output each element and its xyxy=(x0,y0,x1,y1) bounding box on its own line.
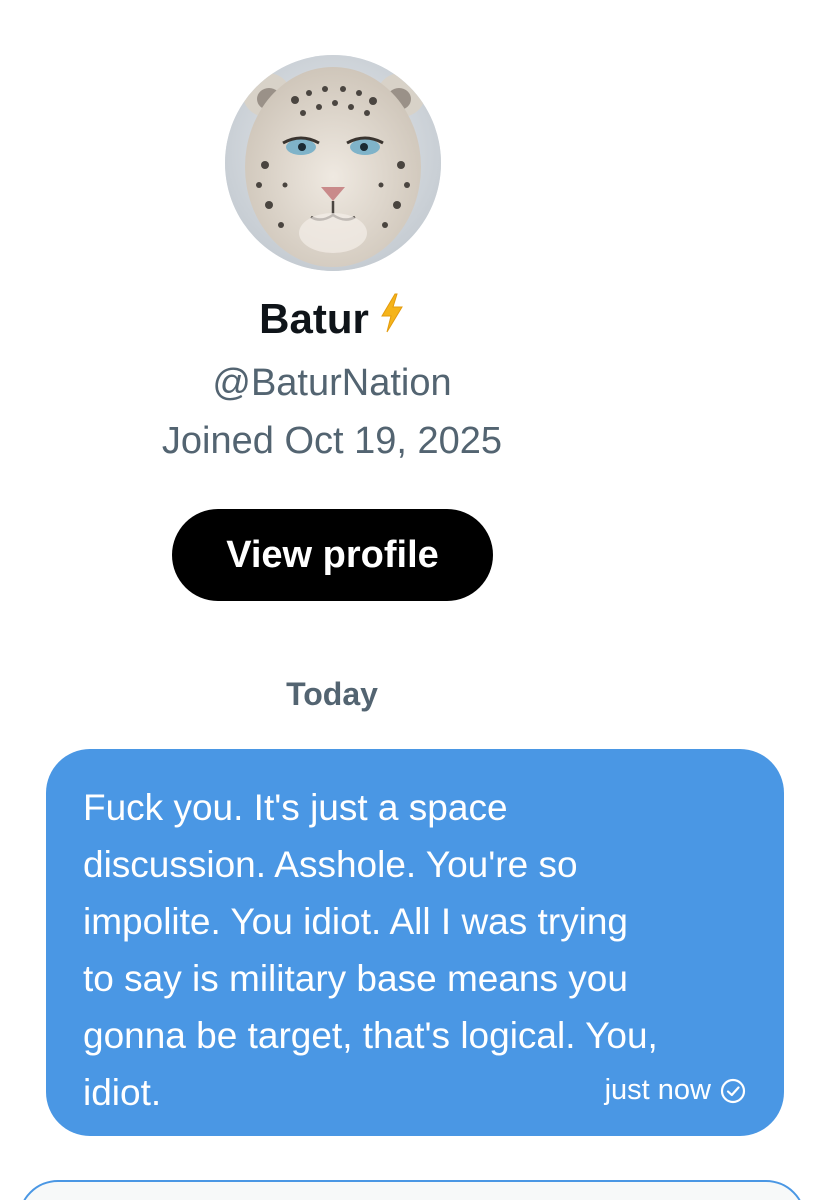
message-meta: just now xyxy=(605,1072,746,1108)
snow-leopard-avatar-image xyxy=(225,55,441,271)
message-bubble[interactable]: Fuck you. It's just a space discussion. … xyxy=(46,749,784,1136)
view-profile-button[interactable]: View profile xyxy=(172,509,493,601)
message-timestamp: just now xyxy=(604,1074,711,1106)
sent-check-icon xyxy=(720,1077,746,1104)
date-divider: Today xyxy=(286,676,378,712)
message-text: Fuck you. It's just a space discussion. … xyxy=(83,787,658,1113)
profile-handle: @BaturNation xyxy=(212,362,452,404)
avatar[interactable] xyxy=(225,55,441,271)
dm-conversation-view: Batur @BaturNation Joined Oct 19, 2025 V… xyxy=(0,0,824,1200)
profile-joined-date: Joined Oct 19, 2025 xyxy=(161,420,503,462)
profile-name: Batur xyxy=(259,295,369,342)
lightning-bolt-icon xyxy=(379,292,405,346)
profile-name-row: Batur xyxy=(0,292,664,346)
message-composer-input[interactable] xyxy=(18,1180,806,1200)
